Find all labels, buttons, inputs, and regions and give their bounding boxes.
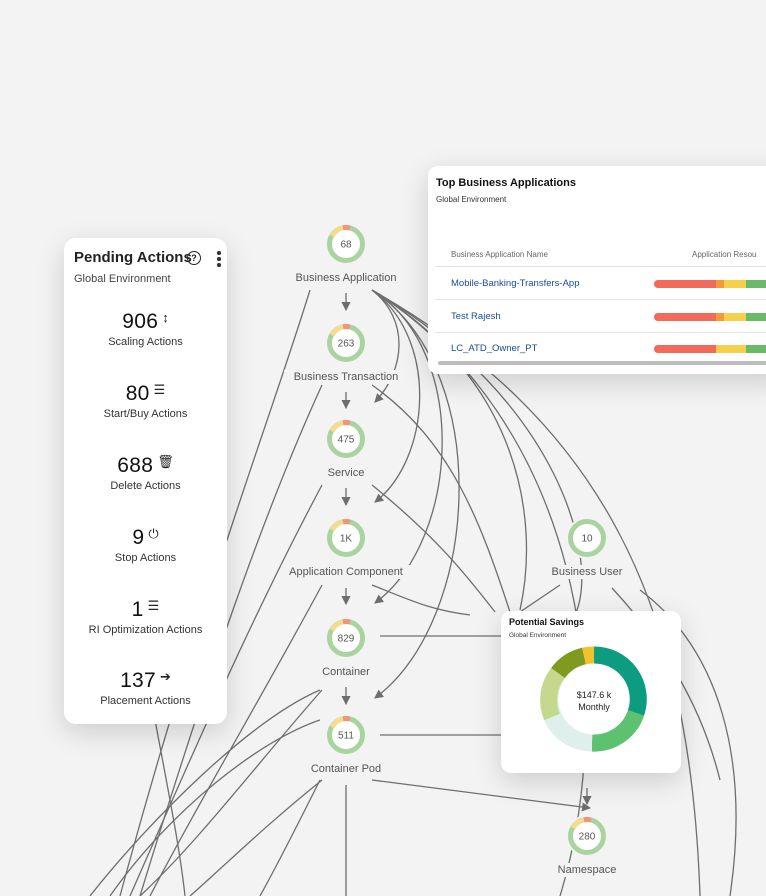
node-label: Namespace [558, 864, 617, 876]
resource-bar [654, 313, 766, 321]
node-count: 511 [338, 731, 354, 742]
node-count: 280 [579, 832, 596, 843]
server-stack-icon: ☰ [147, 598, 160, 613]
node-label: Container [322, 666, 370, 678]
donut-segment [544, 713, 593, 752]
action-label: Delete Actions [110, 480, 181, 492]
action-label: Stop Actions [114, 552, 177, 564]
horizontal-scrollbar[interactable] [438, 361, 766, 365]
arrow-right-icon: ➔ [160, 669, 171, 684]
action-count: 9 [132, 526, 145, 549]
graph-node-service[interactable]: 475 Service [322, 418, 370, 480]
stop-actions-item[interactable]: 9 ⏻ Stop Actions [64, 526, 227, 564]
action-count: 137 [120, 669, 157, 692]
action-count: 906 [122, 310, 159, 333]
donut-segment [582, 646, 595, 665]
divider [435, 332, 766, 333]
action-label: RI Optimization Actions [88, 624, 203, 636]
action-label: Start/Buy Actions [103, 408, 188, 420]
graph-node-namespace[interactable]: 280 Namespace [557, 815, 617, 877]
savings-period: Monthly [578, 702, 610, 712]
question-circle-icon[interactable]: ? [187, 251, 201, 265]
action-count: 1 [131, 598, 144, 621]
start-buy-actions-item[interactable]: 80 ☰ Start/Buy Actions [64, 382, 227, 420]
action-count: 688 [117, 454, 154, 477]
node-label: Business User [552, 566, 623, 578]
node-label: Business Application [296, 272, 397, 284]
graph-node-business-transaction[interactable]: 263 Business Transaction [284, 322, 408, 384]
divider [435, 266, 766, 267]
node-label: Application Component [289, 566, 403, 578]
column-header-resources[interactable]: Application Resou [692, 250, 756, 259]
graph-node-container-pod[interactable]: 511 Container Pod [304, 714, 388, 776]
node-count: 829 [338, 634, 355, 645]
donut-segment [551, 647, 587, 679]
node-label: Business Transaction [294, 371, 399, 383]
node-count: 1K [340, 534, 353, 545]
action-count: 80 [125, 382, 150, 405]
potential-savings-card: Potential Savings Global Environment $14… [501, 611, 681, 773]
savings-amount: $147.6 k [576, 690, 612, 700]
app-link[interactable]: LC_ATD_Owner_PT [451, 343, 537, 354]
graph-node-container[interactable]: 829 Container [316, 617, 376, 679]
server-stack-icon: ☰ [153, 382, 166, 397]
top-apps-title: Top Business Applications [436, 177, 576, 189]
ri-optimization-actions-item[interactable]: 1 ☰ RI Optimization Actions [64, 598, 227, 636]
action-label: Placement Actions [100, 695, 191, 707]
pending-actions-card: Pending Actions ? Global Environment 906… [64, 238, 227, 724]
top-business-applications-card: Top Business Applications Global Environ… [428, 166, 766, 374]
node-count: 475 [338, 435, 355, 446]
scaling-actions-item[interactable]: 906 ↕ Scaling Actions [64, 310, 227, 348]
node-count: 68 [340, 240, 352, 251]
trash-icon: 🗑 [157, 454, 174, 469]
app-link[interactable]: Test Rajesh [451, 311, 501, 322]
pending-actions-scope: Global Environment [74, 273, 171, 285]
placement-actions-item[interactable]: 137 ➔ Placement Actions [64, 669, 227, 707]
divider [435, 299, 766, 300]
resource-bar [654, 345, 766, 353]
top-apps-scope: Global Environment [436, 195, 507, 204]
donut-segment [591, 709, 645, 752]
pending-actions-title: Pending Actions [74, 249, 192, 266]
node-count: 263 [338, 339, 355, 350]
node-label: Service [328, 467, 365, 479]
scaling-arrows-icon: ↕ [162, 310, 169, 325]
graph-node-business-application[interactable]: 68 Business Application [284, 223, 408, 285]
delete-actions-item[interactable]: 688 🗑 Delete Actions [64, 454, 227, 492]
app-link[interactable]: Mobile-Banking-Transfers-App [451, 278, 579, 289]
power-icon: ⏻ [148, 526, 159, 541]
node-count: 10 [581, 534, 593, 545]
resource-bar [654, 280, 766, 288]
action-label: Scaling Actions [108, 336, 183, 348]
kebab-menu-icon[interactable] [217, 251, 221, 269]
column-header-name[interactable]: Business Application Name [451, 250, 548, 259]
donut-segment [540, 667, 565, 721]
node-label: Container Pod [311, 763, 381, 775]
